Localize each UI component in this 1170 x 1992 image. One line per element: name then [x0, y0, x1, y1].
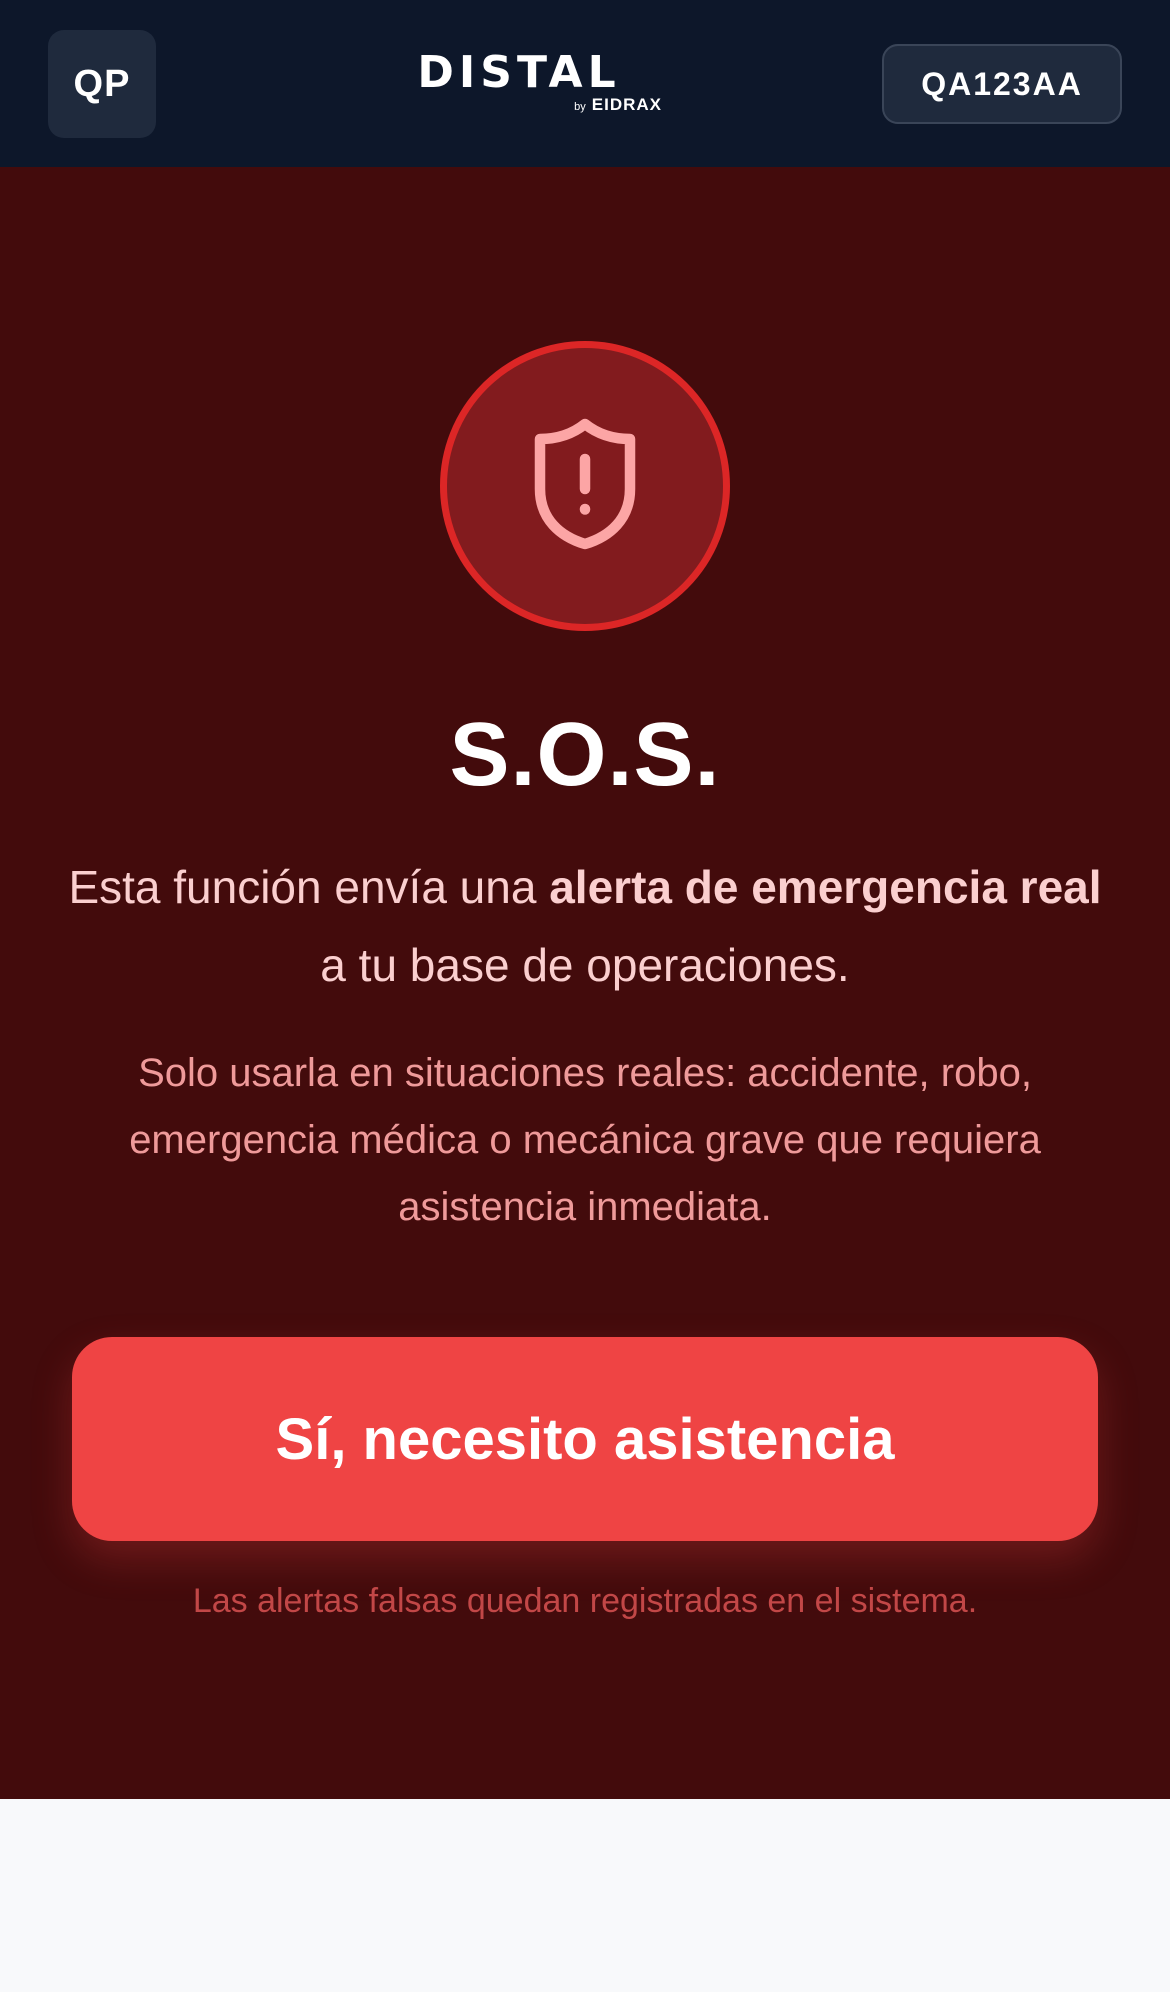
confirm-assistance-button[interactable]: Sí, necesito asistencia: [72, 1337, 1098, 1541]
lead-suffix: a tu base de operaciones.: [320, 939, 850, 991]
distal-logo: DISTAL by EIDRAX: [374, 50, 664, 116]
logo-by: by: [574, 101, 586, 113]
logo-brand: EIDRAX: [591, 95, 662, 114]
avatar[interactable]: QP: [48, 30, 156, 138]
sos-icon-circle: [440, 341, 730, 631]
sos-lead-text: Esta función envía una alerta de emergen…: [60, 848, 1110, 1004]
logo-wordmark: DISTAL: [417, 47, 621, 98]
false-alert-warning: Las alertas falsas quedan registradas en…: [192, 1582, 978, 1620]
logo-byline: by EIDRAX: [574, 96, 662, 114]
sos-usage-note: Solo usarla en situaciones reales: accid…: [129, 1051, 1041, 1229]
lead-prefix: Esta función envía una: [68, 861, 550, 913]
sos-title: S.O.S.: [449, 705, 721, 805]
app-header: QP DISTAL by EIDRAX QA123AA: [0, 0, 1170, 167]
sos-panel: S.O.S. Esta función envía una alerta de …: [0, 167, 1170, 1799]
shield-alert-icon: [525, 414, 645, 559]
vehicle-plate-badge[interactable]: QA123AA: [882, 44, 1122, 124]
lead-emphasis: alerta de emergencia real: [549, 861, 1102, 913]
